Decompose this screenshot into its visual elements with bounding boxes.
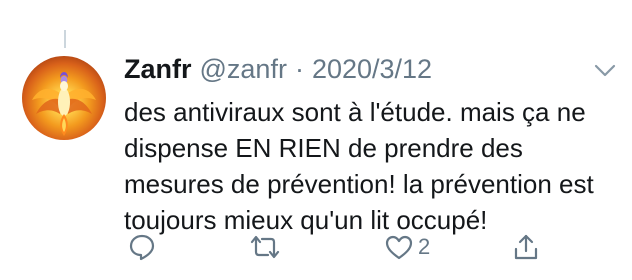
retweet-button[interactable]: [248, 232, 282, 262]
like-count: 2: [418, 234, 431, 259]
share-button[interactable]: [512, 232, 540, 262]
tweet-text-line: mesures de prévention! la prévention est: [124, 169, 594, 199]
heart-icon: [385, 235, 413, 260]
phoenix-avatar-icon: [32, 72, 96, 136]
tweet-actions: 2: [0, 232, 632, 266]
tweet-text-line: dispense EN RIEN de prendre des: [124, 133, 523, 163]
reply-icon: [129, 234, 155, 261]
author-handle[interactable]: @zanfr: [200, 54, 287, 85]
more-options-button[interactable]: [594, 64, 616, 78]
tweet-date[interactable]: 2020/3/12: [312, 54, 432, 85]
tweet-text-line: des antiviraux sont à l'étude. mais ça n…: [124, 97, 586, 127]
tweet-header: Zanfr @zanfr · 2020/3/12: [124, 54, 432, 90]
chevron-down-icon: [594, 64, 616, 77]
like-button[interactable]: 2: [384, 232, 430, 262]
reply-button[interactable]: [128, 232, 156, 262]
retweet-icon: [250, 235, 280, 259]
tweet-text: des antiviraux sont à l'étude. mais ça n…: [124, 94, 624, 238]
share-icon: [514, 234, 538, 260]
author-display-name[interactable]: Zanfr: [124, 54, 192, 85]
header-separator: ·: [294, 54, 304, 84]
thread-connector-line: [64, 30, 66, 48]
avatar[interactable]: [22, 56, 106, 140]
tweet[interactable]: Zanfr @zanfr · 2020/3/12 des antiviraux …: [0, 0, 632, 280]
